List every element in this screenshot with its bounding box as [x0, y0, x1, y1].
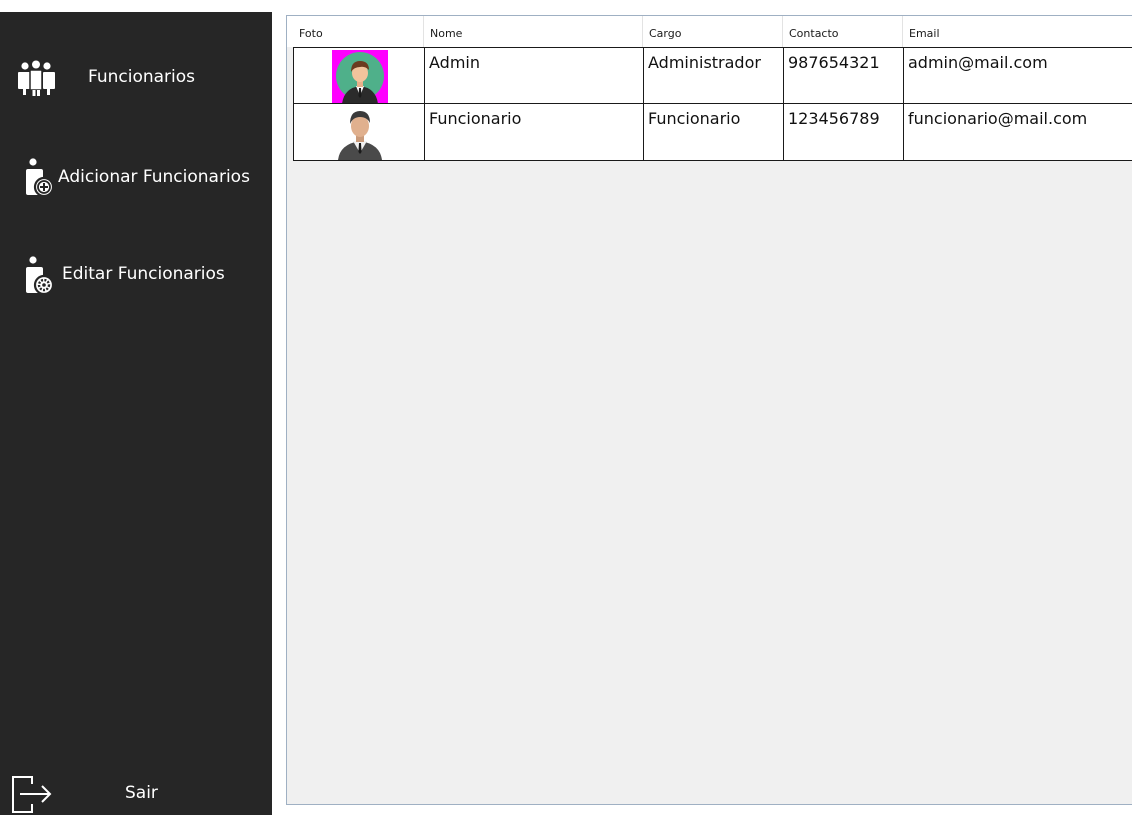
user-settings-icon	[26, 256, 55, 296]
sidebar: Funcionarios Adicionar Funcionarios Edit…	[0, 0, 272, 815]
cell-foto	[293, 48, 424, 103]
logout-icon	[12, 776, 52, 813]
cell-cargo: Administrador	[643, 48, 783, 103]
cell-email: admin@mail.com	[903, 48, 1132, 103]
cell-cargo: Funcionario	[643, 104, 783, 160]
employees-grid[interactable]: Foto Nome Cargo Contacto Email Admin Adm…	[286, 15, 1132, 805]
table-row[interactable]: Funcionario Funcionario 123456789 funcio…	[293, 104, 1132, 161]
table-row[interactable]: Admin Administrador 987654321 admin@mail…	[293, 47, 1132, 104]
sidebar-item-funcionarios[interactable]: Funcionarios	[0, 50, 272, 106]
employee-avatar	[332, 106, 388, 160]
sidebar-item-label: Editar Funcionarios	[62, 264, 225, 284]
app-window: Funcionarios Adicionar Funcionarios Edit…	[0, 0, 1132, 815]
cell-nome: Funcionario	[424, 104, 643, 160]
cell-email: funcionario@mail.com	[903, 104, 1132, 160]
cell-contacto: 123456789	[783, 104, 903, 160]
user-add-icon	[26, 158, 55, 198]
main-content: Foto Nome Cargo Contacto Email Admin Adm…	[272, 0, 1132, 815]
column-header-email[interactable]: Email	[903, 16, 1132, 47]
sidebar-item-label: Funcionarios	[88, 67, 196, 87]
logout-button[interactable]: Sair	[0, 768, 272, 815]
sidebar-item-adicionar-funcionarios[interactable]: Adicionar Funcionarios	[0, 148, 272, 204]
column-header-cargo[interactable]: Cargo	[643, 16, 783, 47]
cell-contacto: 987654321	[783, 48, 903, 103]
column-header-foto[interactable]: Foto	[293, 16, 424, 47]
sidebar-item-editar-funcionarios[interactable]: Editar Funcionarios	[0, 246, 272, 302]
logout-label: Sair	[125, 783, 158, 803]
cell-foto	[293, 104, 424, 160]
column-header-contacto[interactable]: Contacto	[783, 16, 903, 47]
grid-rows: Admin Administrador 987654321 admin@mail…	[293, 47, 1132, 161]
sidebar-top-strip	[0, 0, 272, 12]
sidebar-item-label: Adicionar Funcionarios	[58, 167, 250, 187]
cell-nome: Admin	[424, 48, 643, 103]
admin-avatar	[332, 50, 388, 103]
column-header-nome[interactable]: Nome	[424, 16, 643, 47]
grid-header: Foto Nome Cargo Contacto Email	[287, 16, 1132, 47]
users-group-icon	[18, 60, 55, 96]
